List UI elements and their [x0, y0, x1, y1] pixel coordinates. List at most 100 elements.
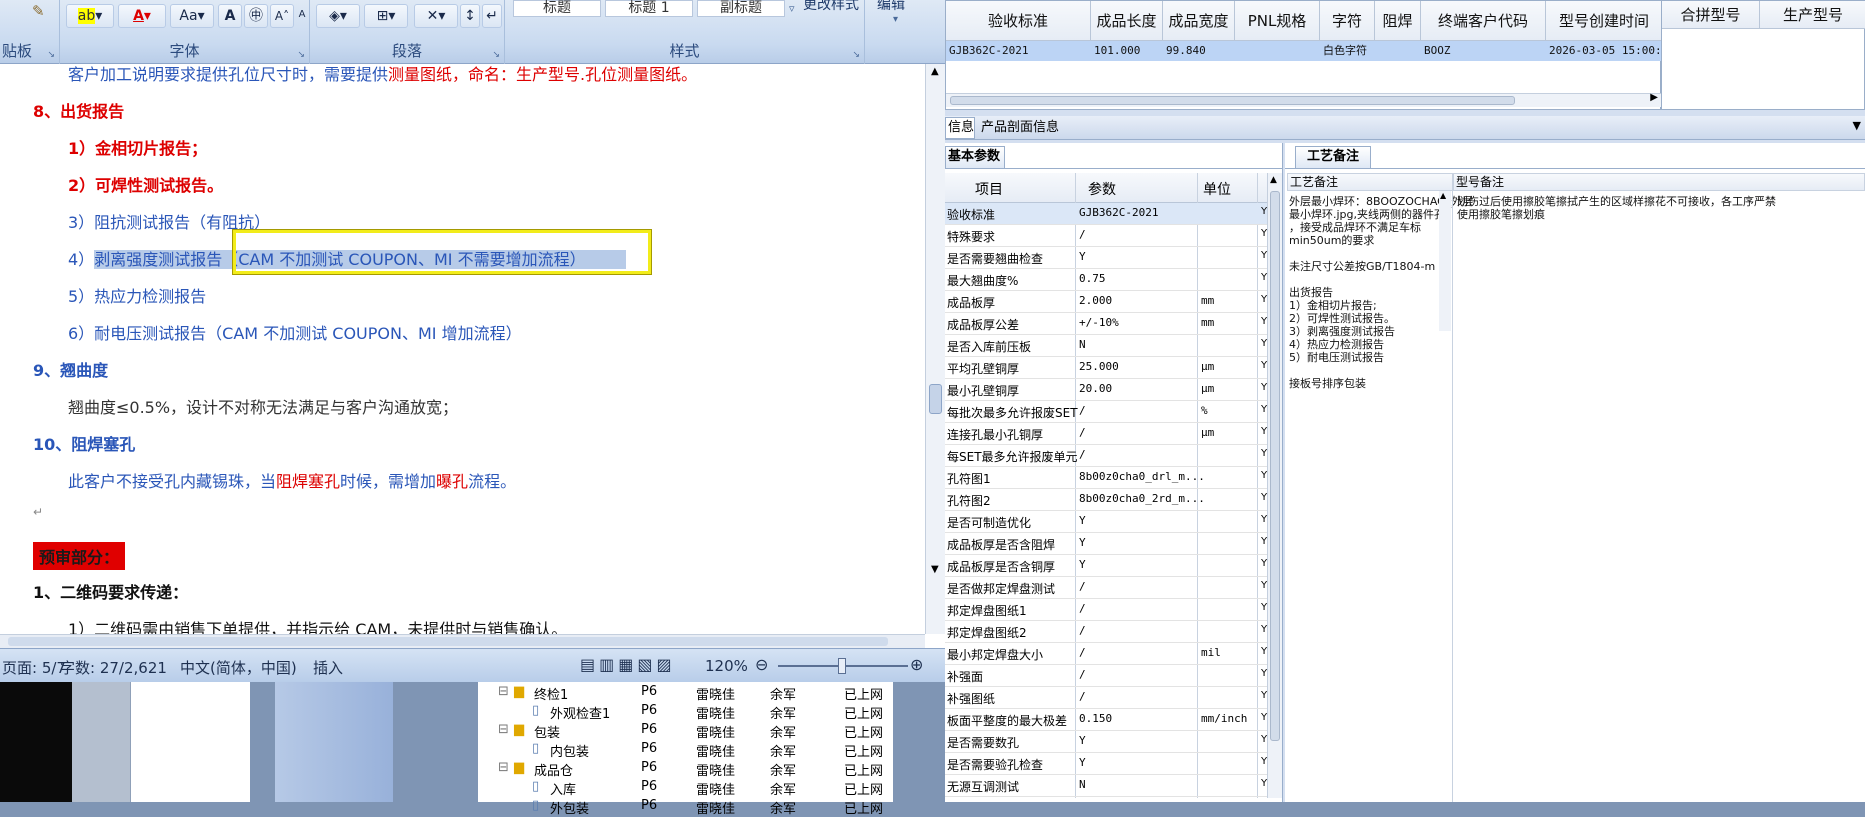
zoom-slider-thumb[interactable]	[838, 658, 846, 674]
view-buttons-icon[interactable]: ▤▥▦▧▨	[580, 655, 676, 674]
param-row[interactable]: 是否需要翘曲检查 Y Y	[945, 247, 1275, 269]
dialog-launcher-icon[interactable]: ↘	[47, 50, 55, 60]
grid-header[interactable]: 字符	[1320, 1, 1375, 41]
font-color-button[interactable]: A▾	[118, 4, 166, 28]
scroll-up-icon[interactable]: ▲	[1440, 191, 1446, 200]
collapse-icon[interactable]: ⊟	[498, 722, 509, 737]
collapse-icon[interactable]: ⊟	[498, 760, 509, 775]
param-row[interactable]: 最小邦定焊盘大小 / mil Y	[945, 643, 1275, 665]
tab-basic-params[interactable]: 基本参数	[945, 146, 1005, 168]
grid-header[interactable]: 成品长度	[1091, 1, 1163, 41]
param-row[interactable]: 平均孔壁铜厚 25.000 μm Y	[945, 357, 1275, 379]
param-row[interactable]: 成品板厚 2.000 mm Y	[945, 291, 1275, 313]
highlight-color-button[interactable]: ab▾	[66, 4, 114, 28]
vertical-scrollbar[interactable]: ▲ ▼	[925, 64, 945, 634]
styles-more-icon[interactable]: ▿	[789, 2, 795, 15]
param-row[interactable]: 是否入库前压板 N Y	[945, 335, 1275, 357]
grid-cell[interactable]: 白色字符	[1320, 41, 1375, 61]
scroll-thumb[interactable]	[8, 637, 888, 646]
param-row[interactable]: 是否需要数孔 Y Y	[945, 731, 1275, 753]
vertical-scrollbar[interactable]: ▲	[1439, 191, 1451, 331]
shading-button[interactable]: ◈▾	[316, 4, 360, 28]
param-row[interactable]: 无源互调测试 N Y	[945, 775, 1275, 797]
column-header[interactable]: 工艺备注	[1287, 173, 1453, 191]
tab-craft-note[interactable]: 工艺备注	[1295, 146, 1371, 168]
grid-header[interactable]: 成品宽度	[1163, 1, 1235, 41]
vertical-scrollbar[interactable]: ▲	[1267, 173, 1282, 798]
tree-row[interactable]: ▯ 入库 P6 雷晓佳 余军 已上网	[478, 777, 893, 798]
param-row[interactable]: 每批次最多允许报废SET /% Y	[945, 401, 1275, 423]
column-header[interactable]: 参数	[1088, 179, 1116, 199]
tab-info[interactable]: 信息	[945, 117, 975, 139]
horizontal-scrollbar[interactable]	[0, 634, 925, 648]
grid-header[interactable]: 生产型号	[1760, 1, 1865, 29]
model-grid[interactable]: 验收标准 成品长度 成品宽度 PNL规格 字符 阻焊 终端客户代码 型号创建时间…	[945, 0, 1675, 110]
param-row[interactable]: 邦定焊盘图纸1/Y	[945, 599, 1275, 621]
edit-button[interactable]: 编辑	[877, 0, 905, 14]
model-note-text[interactable]: 划伤过后使用擦胶笔擦拭产生的区域样擦花不可接收，各工序严禁 使用擦胶笔擦划痕	[1457, 195, 1857, 221]
param-row[interactable]: 验收标准 GJB362C-2021 Y	[945, 203, 1275, 225]
char-shading-button[interactable]: A	[218, 4, 242, 28]
grid-cell[interactable]: 99.840	[1163, 41, 1235, 61]
column-header[interactable]: 型号备注	[1453, 173, 1865, 191]
insert-mode[interactable]: 插入	[313, 657, 343, 678]
document-body[interactable]: 客户加工说明要求提供孔位尺寸时，需要提供测量图纸，命名：生产型号.孔位测量图纸。…	[0, 64, 925, 634]
show-marks-button[interactable]: ↵	[482, 4, 502, 28]
param-row[interactable]: 邦定焊盘图纸2/Y	[945, 621, 1275, 643]
scroll-up-icon[interactable]: ▲	[1270, 175, 1277, 185]
zoom-out-icon[interactable]: ⊖	[755, 655, 768, 674]
chevron-down-icon[interactable]: ▼	[1853, 119, 1861, 132]
horizontal-scrollbar[interactable]: ▶	[946, 92, 1662, 107]
grid-cell[interactable]	[1375, 41, 1421, 61]
param-row[interactable]: 成品板厚是否含阻焊 Y Y	[945, 533, 1275, 555]
param-row[interactable]: 孔符图1 8b00z0cha0_drl_m... Y	[945, 467, 1275, 489]
tree-row[interactable]: ⊟ ▆ 包装 P6 雷晓佳 余军 已上网	[478, 720, 893, 741]
param-row[interactable]: 成品板厚公差 +/-10% mm Y	[945, 313, 1275, 335]
param-row[interactable]: 特殊要求 / Y	[945, 225, 1275, 247]
scroll-thumb[interactable]	[1270, 191, 1280, 741]
collapse-icon[interactable]: ⊟	[498, 684, 509, 699]
asian-layout-button[interactable]: ✕▾	[414, 4, 458, 28]
tree-row[interactable]: ⊟ ▆ 终检1 P6 雷晓佳 余军 已上网	[478, 682, 893, 703]
tree-row[interactable]: ⊟ ▆ 成品仓 P6 雷晓佳 余军 已上网	[478, 758, 893, 779]
tab-profile[interactable]: 产品剖面信息	[979, 117, 1079, 139]
grid-header[interactable]: 阻焊	[1375, 1, 1421, 41]
tree-row[interactable]: ▯ 外观检查1 P6 雷晓佳 余军 已上网	[478, 701, 893, 722]
scroll-down-icon[interactable]: ▼	[931, 564, 939, 575]
scroll-up-icon[interactable]: ▲	[931, 66, 939, 77]
grid-header[interactable]: 终端客户代码	[1421, 1, 1546, 41]
format-painter-icon[interactable]: ✎	[32, 2, 45, 20]
column-header[interactable]: 单位	[1203, 179, 1231, 199]
param-row[interactable]: 最大翘曲度% 0.75 Y	[945, 269, 1275, 291]
zoom-in-icon[interactable]: ⊕	[910, 655, 923, 674]
dialog-launcher-icon[interactable]: ↘	[492, 50, 500, 60]
change-case-button[interactable]: Aa▾	[170, 4, 214, 28]
grid-cell[interactable]: GJB362C-2021	[946, 41, 1091, 61]
param-row[interactable]: 连接孔最小孔铜厚 / μm Y	[945, 423, 1275, 445]
grid-header[interactable]: 合拼型号	[1662, 1, 1760, 29]
param-row[interactable]: 是否做邦定焊盘测试 / Y	[945, 577, 1275, 599]
zoom-level[interactable]: 120%	[705, 657, 748, 675]
dialog-launcher-icon[interactable]: ↘	[297, 50, 305, 60]
sort-button[interactable]: ↕	[460, 4, 480, 28]
dialog-launcher-icon[interactable]: ↘	[852, 50, 860, 60]
grid-cell[interactable]: BOOZ	[1421, 41, 1546, 61]
style-subtitle[interactable]: 副标题	[697, 0, 785, 17]
param-row[interactable]: 最小孔壁铜厚 20.00 μm Y	[945, 379, 1275, 401]
param-row[interactable]: 成品板厚是否含铜厚 Y Y	[945, 555, 1275, 577]
change-styles-button[interactable]: 更改样式	[801, 0, 861, 14]
param-row[interactable]: 是否需要验孔检查 Y Y	[945, 753, 1275, 775]
tree-row[interactable]: ▯ 内包装 P6 雷晓佳 余军 已上网	[478, 739, 893, 760]
grow-font-button[interactable]: A˄	[270, 4, 294, 28]
craft-note-text[interactable]: 外层最小焊环：8BOOZOCHAO_外层 最小焊环.jpg,夹线两侧的器件孔 ，…	[1289, 195, 1473, 390]
param-row[interactable]: 是否可制造优化 Y Y	[945, 511, 1275, 533]
enclose-char-button[interactable]: ㊥	[244, 4, 268, 28]
word-count[interactable]: 字数: 27/2,621	[60, 657, 167, 678]
grid-cell[interactable]: 101.000	[1091, 41, 1163, 61]
scroll-right-icon[interactable]: ▶	[1650, 92, 1658, 103]
style-heading-1[interactable]: 标题 1	[605, 0, 693, 17]
process-tree[interactable]: ⊟ ▆ 终检1 P6 雷晓佳 余军 已上网 ▯ 外观检查1 P6 雷晓佳 余军 …	[478, 682, 893, 817]
page-indicator[interactable]: 页面: 5/7	[2, 657, 66, 678]
borders-button[interactable]: ⊞▾	[364, 4, 408, 28]
language-indicator[interactable]: 中文(简体，中国)	[180, 657, 297, 678]
